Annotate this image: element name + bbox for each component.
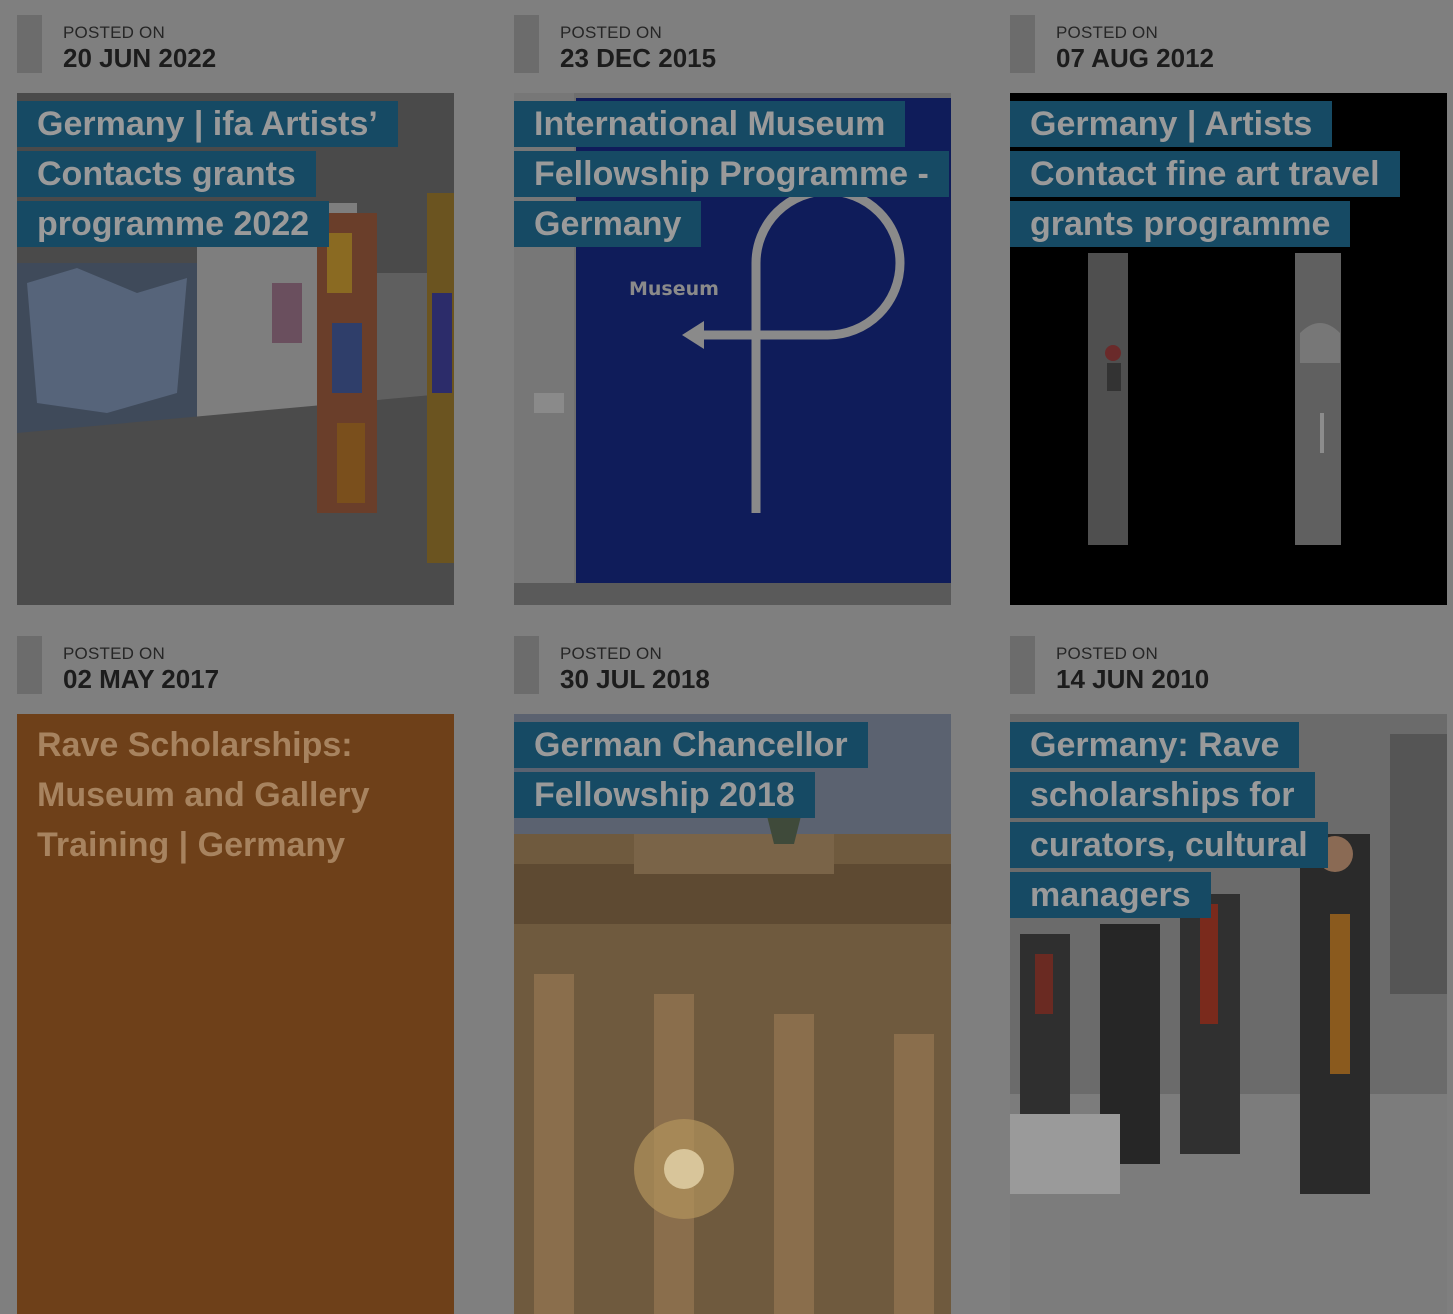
post-card[interactable]: POSTED ON 14 JUN 2010 Germany: Rave scho… bbox=[1010, 636, 1447, 1314]
post-date: 02 MAY 2017 bbox=[63, 664, 220, 694]
post-card[interactable]: POSTED ON 23 DEC 2015 Museum Internation… bbox=[514, 15, 951, 605]
post-title-wrap: Germany: Rave scholarships for curators,… bbox=[1010, 720, 1447, 920]
date-accent-bar bbox=[1010, 636, 1035, 694]
post-card[interactable]: POSTED ON 02 MAY 2017 Rave Scholarships:… bbox=[17, 636, 454, 1314]
post-title[interactable]: International Museum Fellowship Programm… bbox=[514, 99, 951, 249]
post-title[interactable]: Rave Scholarships: Museum and Gallery Tr… bbox=[17, 720, 454, 870]
post-title[interactable]: Germany | ifa Artists’ Contacts grants p… bbox=[17, 99, 454, 249]
post-thumbnail[interactable]: Museum International Museum Fellowship P… bbox=[514, 93, 951, 605]
date-accent-bar bbox=[17, 636, 42, 694]
post-card[interactable]: POSTED ON 07 AUG 2012 Germany | Artists … bbox=[1010, 15, 1447, 605]
posted-on-block: POSTED ON 07 AUG 2012 bbox=[1010, 15, 1447, 75]
posted-on-label: POSTED ON bbox=[63, 644, 165, 663]
post-thumbnail[interactable]: Germany | ifa Artists’ Contacts grants p… bbox=[17, 93, 454, 605]
date-accent-bar bbox=[514, 15, 539, 73]
post-date: 07 AUG 2012 bbox=[1056, 43, 1215, 73]
posted-on-block: POSTED ON 30 JUL 2018 bbox=[514, 636, 951, 696]
post-title-wrap: Rave Scholarships: Museum and Gallery Tr… bbox=[17, 720, 454, 870]
posted-on-label: POSTED ON bbox=[63, 23, 165, 42]
post-title[interactable]: Germany: Rave scholarships for curators,… bbox=[1010, 720, 1447, 920]
date-accent-bar bbox=[514, 636, 539, 694]
posted-on-block: POSTED ON 23 DEC 2015 bbox=[514, 15, 951, 75]
post-title-wrap: International Museum Fellowship Programm… bbox=[514, 99, 951, 249]
post-date: 30 JUL 2018 bbox=[560, 664, 710, 694]
post-date: 23 DEC 2015 bbox=[560, 43, 717, 73]
post-date: 14 JUN 2010 bbox=[1056, 664, 1210, 694]
post-thumbnail[interactable]: Rave Scholarships: Museum and Gallery Tr… bbox=[17, 714, 454, 1314]
sign-text: Museum bbox=[629, 278, 719, 300]
post-grid: POSTED ON 20 JUN 2022 Germany | ifa Arti… bbox=[0, 0, 1453, 1314]
date-accent-bar bbox=[17, 15, 42, 73]
post-thumbnail[interactable]: Germany | Artists Contact fine art trave… bbox=[1010, 93, 1447, 605]
post-card[interactable]: POSTED ON 30 JUL 2018 German Chancellor … bbox=[514, 636, 951, 1314]
post-title-wrap: German Chancellor Fellowship 2018 bbox=[514, 720, 951, 820]
post-thumbnail[interactable]: German Chancellor Fellowship 2018 bbox=[514, 714, 951, 1314]
post-title-wrap: Germany | Artists Contact fine art trave… bbox=[1010, 99, 1447, 249]
post-title[interactable]: German Chancellor Fellowship 2018 bbox=[514, 720, 951, 820]
posted-on-label: POSTED ON bbox=[1056, 644, 1158, 663]
post-card[interactable]: POSTED ON 20 JUN 2022 Germany | ifa Arti… bbox=[17, 15, 454, 605]
post-title[interactable]: Germany | Artists Contact fine art trave… bbox=[1010, 99, 1447, 249]
posted-on-block: POSTED ON 02 MAY 2017 bbox=[17, 636, 454, 696]
posted-on-block: POSTED ON 20 JUN 2022 bbox=[17, 15, 454, 75]
posted-on-label: POSTED ON bbox=[560, 644, 662, 663]
posted-on-label: POSTED ON bbox=[1056, 23, 1158, 42]
posted-on-block: POSTED ON 14 JUN 2010 bbox=[1010, 636, 1447, 696]
post-title-wrap: Germany | ifa Artists’ Contacts grants p… bbox=[17, 99, 454, 249]
post-thumbnail[interactable]: Germany: Rave scholarships for curators,… bbox=[1010, 714, 1447, 1314]
post-date: 20 JUN 2022 bbox=[63, 43, 217, 73]
posted-on-label: POSTED ON bbox=[560, 23, 662, 42]
date-accent-bar bbox=[1010, 15, 1035, 73]
